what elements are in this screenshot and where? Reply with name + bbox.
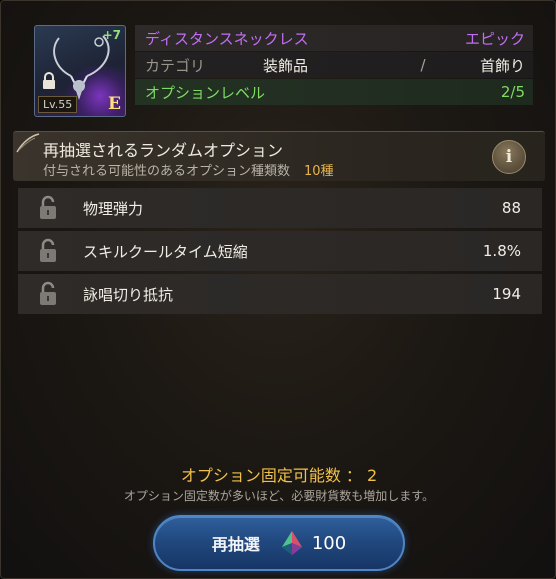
option-row[interactable]: スキルクールタイム短縮 1.8% — [18, 231, 542, 271]
category-label: カテゴリ — [145, 56, 206, 75]
unlock-icon[interactable] — [37, 195, 59, 221]
random-option-subtitle: 付与される可能性のあるオプション種類数 10種 — [43, 160, 334, 179]
info-button[interactable]: i — [492, 140, 526, 174]
option-level-row: オプションレベル 2/5 — [135, 79, 533, 105]
reroll-label: 再抽選 — [211, 535, 260, 554]
fix-count-text: オプション固定可能数 ： 2 — [180, 466, 378, 485]
gem-icon — [281, 531, 302, 555]
random-option-count: 10種 — [304, 164, 334, 179]
random-option-subtitle-text: 付与される可能性のあるオプション種類数 — [43, 164, 291, 179]
enhance-level: +7 — [102, 28, 121, 42]
option-level-value: 2/5 — [500, 83, 525, 101]
item-name: ディスタンスネックレス — [145, 29, 309, 48]
item-name-row: ディスタンスネックレス エピック — [135, 25, 533, 51]
item-icon[interactable]: +7 Lv.55 E — [34, 25, 126, 117]
item-info: ディスタンスネックレス エピック カテゴリ 装飾品 / 首飾り オプションレベル… — [135, 25, 533, 106]
quill-icon — [16, 133, 40, 153]
option-value: 194 — [492, 285, 521, 303]
item-grade: エピック — [464, 29, 525, 48]
category-sub: 首飾り — [479, 56, 525, 75]
category-value: 装飾品 — [263, 56, 309, 75]
info-icon: i — [505, 147, 513, 167]
unlock-icon[interactable] — [37, 281, 59, 307]
category-separator: / — [420, 56, 426, 74]
unlock-icon[interactable] — [37, 238, 59, 264]
option-list: 物理弾力 88 スキルクールタイム短縮 1.8% 詠唱切り抵抗 194 — [18, 188, 542, 317]
reroll-cost: 100 — [311, 532, 347, 554]
fix-note-text: オプション固定数が多いほど、必要財貨数も増加します。 — [123, 489, 435, 503]
item-level: Lv.55 — [38, 96, 78, 113]
option-level-label: オプションレベル — [145, 83, 266, 102]
reroll-button[interactable]: 再抽選 100 — [153, 515, 405, 571]
option-row[interactable]: 詠唱切り抵抗 194 — [18, 274, 542, 314]
grade-letter: E — [108, 94, 121, 114]
random-option-title: 再抽選されるランダムオプション — [43, 141, 284, 160]
option-row[interactable]: 物理弾力 88 — [18, 188, 542, 228]
random-option-header: 再抽選されるランダムオプション 付与される可能性のあるオプション種類数 10種 i — [13, 131, 545, 181]
option-name: 詠唱切り抵抗 — [83, 285, 174, 304]
option-name: スキルクールタイム短縮 — [83, 242, 248, 261]
option-value: 1.8% — [482, 242, 521, 260]
option-value: 88 — [501, 199, 521, 217]
lock-icon — [43, 72, 55, 89]
option-name: 物理弾力 — [83, 199, 144, 218]
category-row: カテゴリ 装飾品 / 首飾り — [135, 52, 533, 78]
reroll-panel: +7 Lv.55 E ディスタンスネックレス エピック カテゴリ 装飾品 / 首… — [0, 0, 556, 579]
